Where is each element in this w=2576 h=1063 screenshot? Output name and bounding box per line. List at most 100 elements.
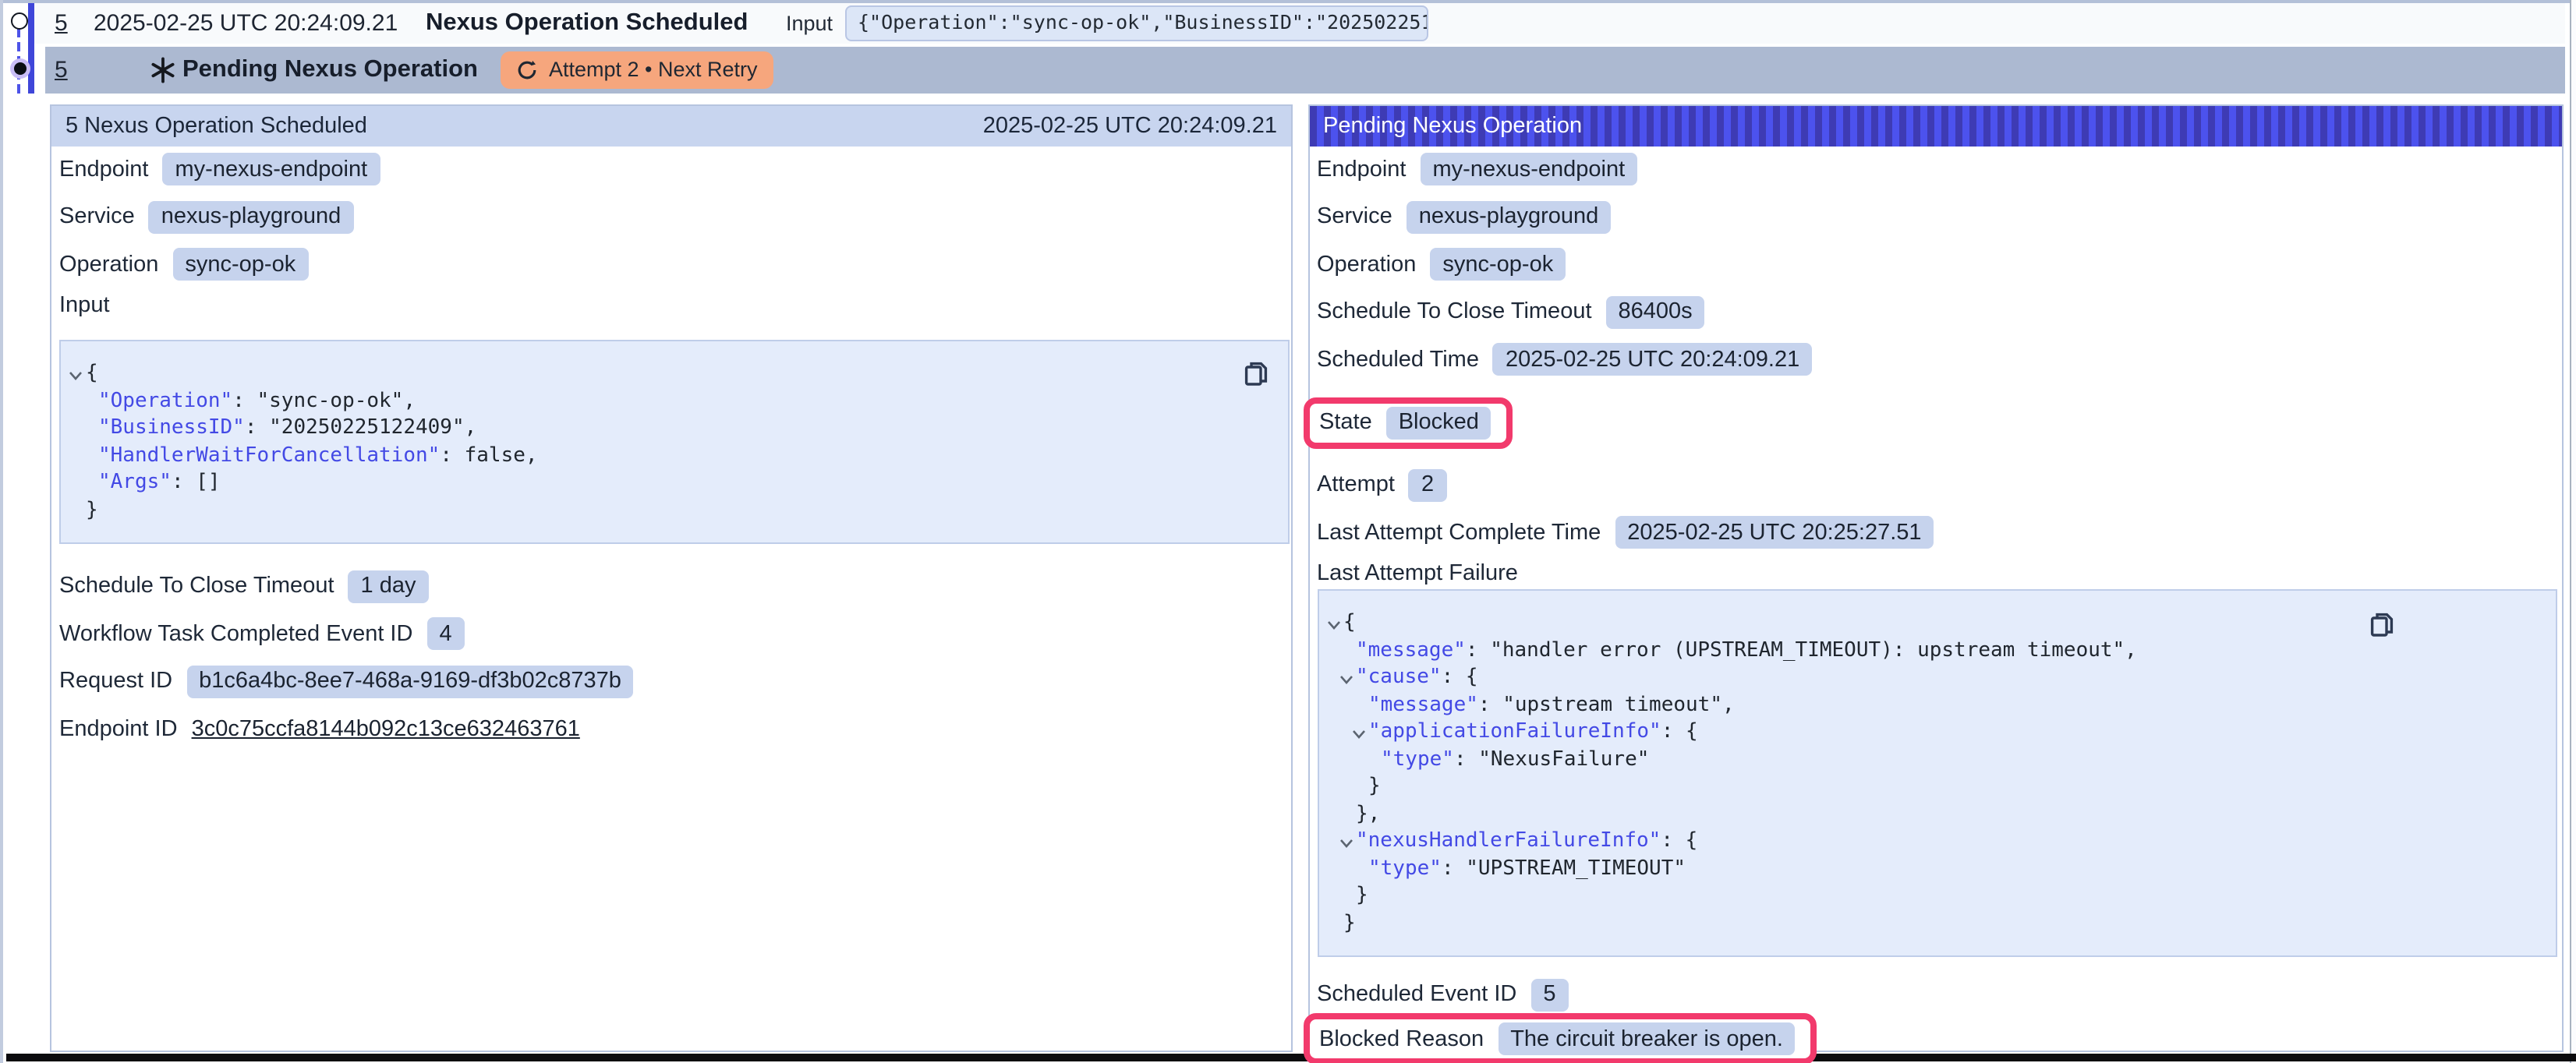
json-line: "Args": [] [61, 469, 1288, 496]
state-highlight-annotation: State Blocked [1304, 397, 1513, 448]
window-left-border [0, 0, 3, 1063]
blocked-reason-highlight-annotation: Blocked Reason The circuit breaker is op… [1304, 1013, 1817, 1063]
json-key: "type" [1381, 747, 1454, 771]
window-top-border [0, 0, 2576, 3]
json-value: : { [1661, 829, 1697, 853]
json-line: "message": "upstream timeout", [1318, 691, 2556, 719]
json-key: "HandlerWaitForCancellation" [98, 443, 440, 467]
field-value-badge: 5 [1530, 979, 1568, 1012]
field-row-endpoint: Endpointmy-nexus-endpoint [1309, 146, 2562, 193]
json-key: "applicationFailureInfo" [1368, 720, 1661, 743]
json-line: } [61, 496, 1288, 524]
json-punctuation: } [86, 498, 98, 521]
event-fields-bottom: Schedule To Close Timeout1 dayWorkflow T… [51, 563, 1291, 753]
pending-fields-bottom: Scheduled Event ID5 [1309, 971, 2562, 1019]
event-title: Nexus Operation Scheduled [426, 9, 748, 37]
json-line: } [1318, 773, 2556, 800]
field-value-badge: my-nexus-endpoint [163, 154, 380, 186]
field-value-badge: sync-op-ok [172, 249, 308, 281]
field-value-badge: nexus-playground [1407, 201, 1612, 234]
pending-fields-mid: Attempt2Last Attempt Complete Time2025-0… [1309, 461, 2562, 556]
json-value: : "sync-op-ok", [232, 389, 416, 412]
timeline-connector-line [17, 28, 20, 94]
json-punctuation: } [1368, 775, 1381, 798]
field-label: Blocked Reason [1319, 1026, 1484, 1051]
json-key: "nexusHandlerFailureInfo" [1356, 829, 1661, 853]
json-line: "nexusHandlerFailureInfo": { [1318, 828, 2556, 855]
event-input-preview[interactable]: {"Operation":"sync-op-ok","BusinessID":"… [845, 5, 1428, 41]
json-value: : "NexusFailure" [1454, 747, 1649, 771]
retry-badge-label: Attempt 2 • Next Retry [549, 58, 758, 82]
event-panel-title: 5 Nexus Operation Scheduled [65, 113, 367, 138]
event-timestamp: 2025-02-25 UTC 20:24:09.21 [94, 10, 398, 37]
event-panel-time: 2025-02-25 UTC 20:24:09.21 [983, 113, 1277, 138]
field-row-operation: Operationsync-op-ok [51, 241, 1291, 288]
endpoint-id-link[interactable]: 3c0c75ccfa8144b092c13ce632463761 [192, 717, 580, 742]
history-row-pending[interactable]: 5 Pending Nexus Operation Attempt 2 • Ne… [44, 46, 2565, 94]
pending-panel-title: Pending Nexus Operation [1323, 113, 1582, 138]
field-label: Endpoint [1317, 157, 1407, 182]
field-label: Service [1317, 205, 1392, 230]
collapse-chevron-icon[interactable] [1351, 723, 1365, 737]
field-value-badge: 86400s [1606, 296, 1705, 329]
vertical-scrollbar[interactable] [2570, 0, 2576, 1063]
event-panel-header: 5 Nexus Operation Scheduled 2025-02-25 U… [51, 105, 1291, 146]
timeline-event-marker-icon [11, 12, 28, 30]
json-value: : "UPSTREAM_TIMEOUT" [1442, 856, 1686, 880]
json-line: "HandlerWaitForCancellation": false, [61, 442, 1288, 469]
retry-icon [516, 59, 538, 81]
pending-title: Pending Nexus Operation [182, 56, 478, 84]
timeline-selection-bar [28, 0, 34, 94]
json-line: "type": "UPSTREAM_TIMEOUT" [1318, 855, 2556, 882]
event-id-link[interactable]: 5 [55, 10, 68, 37]
workflow-history-view: 5 2025-02-25 UTC 20:24:09.21 Nexus Opera… [0, 0, 2576, 1063]
json-key: "type" [1368, 856, 1442, 880]
bottom-divider-bar [6, 1054, 2576, 1061]
blocked-reason-value-badge: The circuit breaker is open. [1498, 1022, 1796, 1055]
history-row-event[interactable]: 5 2025-02-25 UTC 20:24:09.21 Nexus Opera… [34, 3, 2565, 44]
json-line: { [1318, 609, 2556, 637]
json-line: }, [1318, 800, 2556, 828]
timeline-pending-marker-icon [13, 62, 26, 75]
json-line: } [1318, 882, 2556, 909]
event-fields-top: Endpoint my-nexus-endpoint Service nexus-pl… [51, 146, 1291, 288]
collapse-chevron-icon[interactable] [1326, 614, 1340, 628]
field-row-endpoint: Endpoint my-nexus-endpoint [51, 146, 1291, 193]
field-row-scheduled-time: Scheduled Time2025-02-25 UTC 20:24:09.21 [1309, 336, 2562, 383]
field-label: Service [59, 205, 135, 230]
field-label: Operation [1317, 253, 1416, 277]
field-row-operation: Operationsync-op-ok [1309, 241, 2562, 288]
field-value-badge: 2 [1409, 469, 1446, 502]
json-line: "message": "handler error (UPSTREAM_TIME… [1318, 637, 2556, 664]
collapse-chevron-icon[interactable] [1339, 669, 1353, 683]
field-label: State [1319, 410, 1372, 435]
field-value-badge: nexus-playground [149, 201, 354, 234]
field-value-badge: 2025-02-25 UTC 20:25:27.51 [1615, 517, 1934, 549]
json-line: "BusinessID": "20250225122409", [61, 415, 1288, 442]
json-value: : "20250225122409", [245, 416, 476, 440]
asterisk-icon [150, 57, 176, 83]
field-row-workflow-task-completed-event-id: Workflow Task Completed Event ID4 [51, 610, 1291, 658]
pending-detail-panel: Pending Nexus Operation Endpointmy-nexus… [1307, 104, 2564, 1052]
field-value-badge: 1 day [349, 570, 429, 603]
field-value-badge: 2025-02-25 UTC 20:24:09.21 [1493, 344, 1812, 376]
field-value-badge: b1c6a4bc-8ee7-468a-9169-df3b02c8737b [186, 666, 634, 698]
pending-id-link[interactable]: 5 [55, 57, 68, 83]
field-label: Attempt [1317, 473, 1395, 498]
field-label: Request ID [59, 669, 172, 694]
input-section-label: Input [51, 288, 1291, 321]
json-line: "Operation": "sync-op-ok", [61, 387, 1288, 415]
json-key: "Args" [98, 471, 172, 494]
json-value: : [] [172, 471, 221, 494]
json-key: "message" [1368, 693, 1478, 716]
collapse-chevron-icon[interactable] [69, 365, 83, 379]
json-punctuation: }, [1356, 802, 1380, 825]
failure-section-label: Last Attempt Failure [1309, 556, 2562, 589]
failure-json-block: {"message": "handler error (UPSTREAM_TIM… [1317, 589, 2557, 957]
event-detail-panel: 5 Nexus Operation Scheduled 2025-02-25 U… [50, 104, 1293, 1052]
field-label: Endpoint [59, 157, 149, 182]
field-row-scheduled-event-id: Scheduled Event ID5 [1309, 971, 2562, 1019]
json-key: "cause" [1356, 666, 1442, 689]
field-label: Workflow Task Completed Event ID [59, 622, 412, 647]
collapse-chevron-icon[interactable] [1339, 832, 1353, 846]
